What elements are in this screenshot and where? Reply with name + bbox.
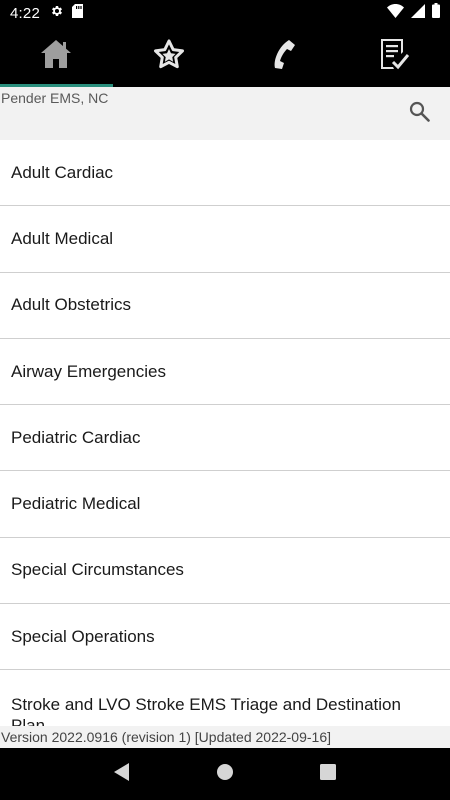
system-nav-bar <box>0 748 450 800</box>
signal-icon <box>411 3 425 23</box>
home-circle-icon <box>216 763 234 786</box>
recents-button[interactable] <box>308 754 348 794</box>
recents-icon <box>320 763 337 785</box>
home-nav-button[interactable] <box>205 754 245 794</box>
checklist-icon <box>379 38 409 75</box>
list-item-adult-obstetrics[interactable]: Adult Obstetrics <box>0 273 450 339</box>
tab-home[interactable] <box>0 26 113 87</box>
home-icon <box>40 39 72 74</box>
list-item-special-operations[interactable]: Special Operations <box>0 604 450 671</box>
tab-contacts[interactable] <box>225 26 338 87</box>
search-icon <box>409 101 430 127</box>
list-item-adult-cardiac[interactable]: Adult Cardiac <box>0 140 450 207</box>
list-item-stroke-lvo[interactable]: Stroke and LVO Stroke EMS Triage and Des… <box>0 670 450 726</box>
list-item-special-circumstances[interactable]: Special Circumstances <box>0 538 450 605</box>
tab-checklist[interactable] <box>338 26 450 87</box>
status-time: 4:22 <box>10 4 40 22</box>
star-icon <box>153 39 185 74</box>
status-bar: 4:22 <box>0 0 450 26</box>
version-text: Version 2022.0916 (revision 1) [Updated … <box>0 726 450 748</box>
search-area: Pender EMS, NC <box>0 87 450 140</box>
tab-bar <box>0 26 450 87</box>
list-item-airway-emergencies[interactable]: Airway Emergencies <box>0 339 450 406</box>
back-button[interactable] <box>102 754 142 794</box>
list-item-adult-medical[interactable]: Adult Medical <box>0 206 450 273</box>
battery-icon <box>432 3 440 23</box>
list-item-pediatric-medical[interactable]: Pediatric Medical <box>0 471 450 538</box>
phone-icon <box>265 38 297 75</box>
agency-label: Pender EMS, NC <box>1 90 109 106</box>
protocol-list: Adult Cardiac Adult Medical Adult Obstet… <box>0 140 450 726</box>
wifi-icon <box>387 3 404 23</box>
list-item-pediatric-cardiac[interactable]: Pediatric Cardiac <box>0 405 450 472</box>
search-button[interactable] <box>408 101 430 127</box>
gear-icon <box>50 4 64 23</box>
back-icon <box>113 762 130 786</box>
tab-favorites[interactable] <box>113 26 226 87</box>
sd-card-icon <box>72 3 83 23</box>
